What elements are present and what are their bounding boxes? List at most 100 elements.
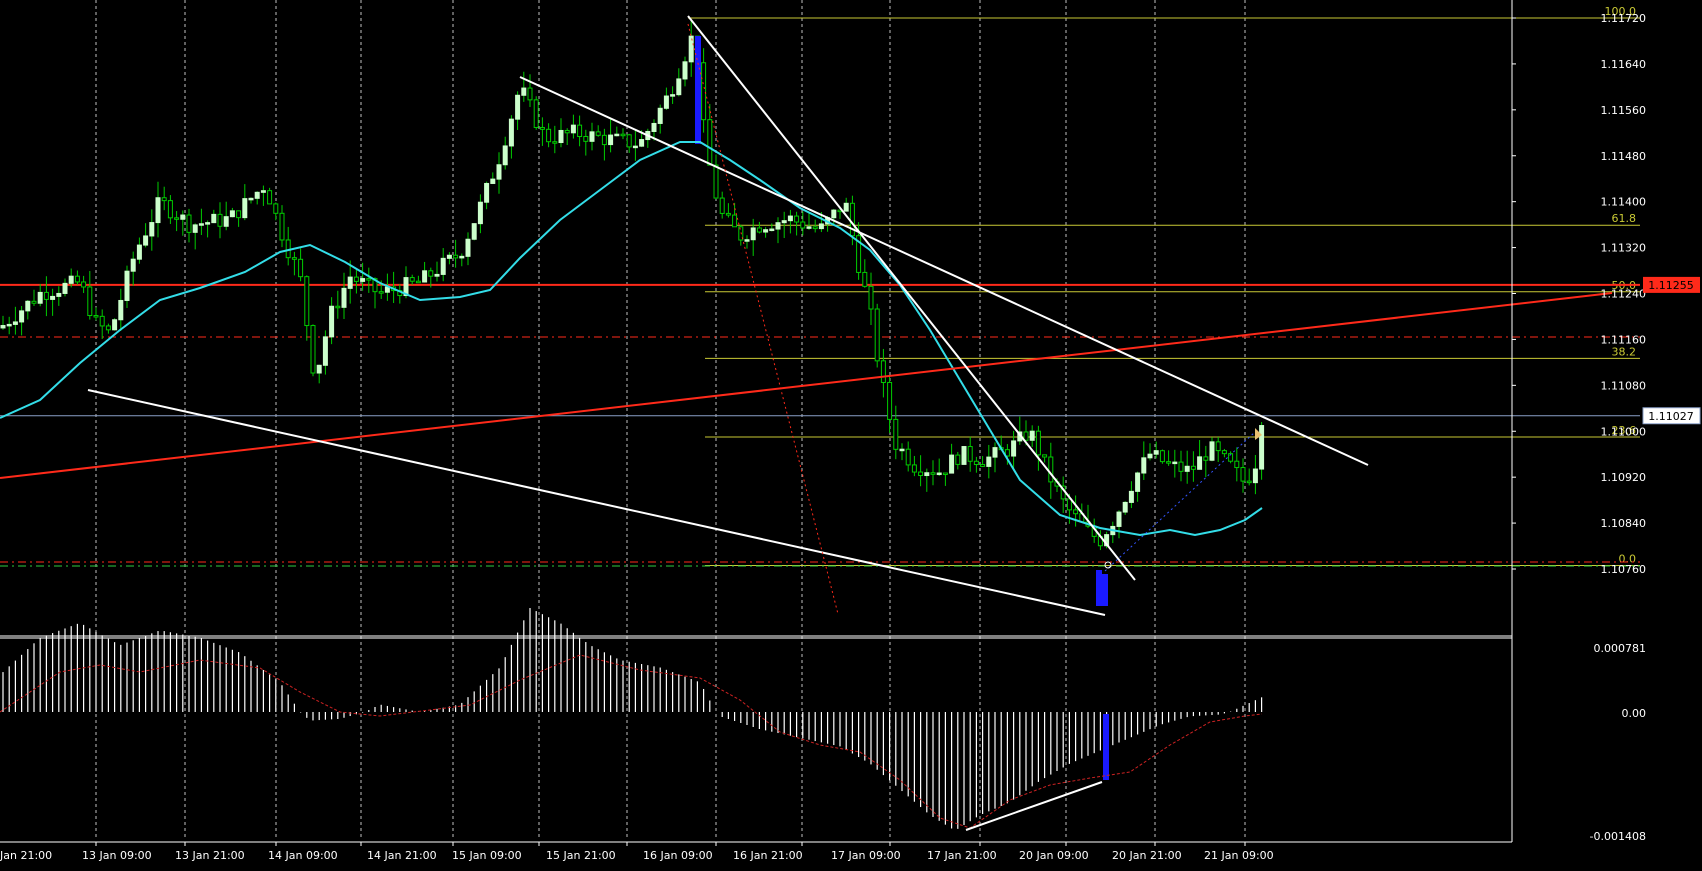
candle-body bbox=[874, 308, 880, 362]
candle-body bbox=[118, 299, 124, 321]
candle-body bbox=[570, 124, 576, 134]
candle[interactable] bbox=[1159, 449, 1165, 464]
candle-body bbox=[719, 197, 725, 214]
candle-body bbox=[676, 78, 682, 96]
candle-body bbox=[1147, 453, 1153, 459]
candle-body bbox=[415, 280, 421, 284]
candle-body bbox=[19, 310, 25, 323]
y-tick-label: 1.10920 bbox=[1601, 471, 1647, 484]
candle[interactable] bbox=[112, 318, 118, 331]
osc-y-tick-label: -0.001408 bbox=[1590, 830, 1646, 843]
candle-body bbox=[986, 456, 992, 467]
candle-body bbox=[750, 227, 756, 241]
candle-body bbox=[818, 223, 824, 230]
candle-body bbox=[1048, 456, 1054, 483]
candle-body bbox=[335, 305, 341, 309]
candle[interactable] bbox=[874, 303, 880, 368]
candle-body bbox=[1029, 430, 1035, 441]
candle-body bbox=[980, 464, 986, 467]
candle-body bbox=[744, 239, 750, 242]
candle-body bbox=[849, 202, 855, 237]
candle-body bbox=[1259, 425, 1265, 470]
candle-body bbox=[161, 197, 167, 202]
candle-body bbox=[942, 472, 948, 476]
x-tick-label: 20 Jan 21:00 bbox=[1112, 849, 1182, 862]
candle[interactable] bbox=[310, 324, 316, 377]
x-tick-label: 13 Jan 21:00 bbox=[175, 849, 245, 862]
candle[interactable] bbox=[533, 96, 539, 130]
candle-body bbox=[37, 291, 43, 304]
candle-body bbox=[87, 286, 93, 317]
candle-body bbox=[291, 257, 297, 260]
candle-body bbox=[205, 222, 211, 225]
candle-body bbox=[905, 448, 911, 466]
candle-body bbox=[1116, 511, 1122, 527]
trading-chart[interactable]: 100.0 61.8 50.0 38.2 23.6 0.0 1.11720 1.11640 1… bbox=[0, 0, 1702, 867]
candle-body bbox=[434, 273, 440, 277]
candle-body bbox=[1135, 472, 1141, 492]
osc-y-tick-label: 0.000781 bbox=[1594, 642, 1647, 655]
candle-body bbox=[1042, 454, 1048, 458]
highlighted-candle bbox=[695, 36, 701, 144]
candle-body bbox=[273, 203, 279, 214]
candle-body bbox=[992, 447, 998, 458]
candle-body bbox=[62, 282, 68, 294]
candle-body bbox=[1240, 467, 1246, 482]
candle-body bbox=[360, 278, 366, 282]
candle-body bbox=[682, 61, 688, 80]
candle-body bbox=[1073, 509, 1079, 515]
y-tick-label: 1.11400 bbox=[1601, 196, 1647, 209]
current-price-label: 1.11027 bbox=[1648, 410, 1694, 423]
candle-body bbox=[99, 315, 105, 327]
y-tick-label: 1.10840 bbox=[1601, 517, 1647, 530]
candle-body bbox=[725, 212, 731, 216]
highlighted-candle bbox=[1096, 570, 1102, 606]
candle-body bbox=[911, 464, 917, 473]
candle-body bbox=[589, 131, 595, 142]
y-tick-label: 1.11640 bbox=[1601, 58, 1647, 71]
candle-body bbox=[800, 221, 806, 229]
x-tick-label: 20 Jan 09:00 bbox=[1019, 849, 1089, 862]
fib-level-label: 61.8 bbox=[1612, 212, 1637, 225]
candle-body bbox=[409, 277, 415, 282]
candle-body bbox=[1153, 450, 1159, 455]
candle-body bbox=[81, 281, 87, 288]
candle-body bbox=[1190, 465, 1196, 470]
candle-body bbox=[1221, 450, 1227, 455]
candle-body bbox=[732, 214, 738, 228]
candle-body bbox=[1128, 490, 1134, 503]
candle-body bbox=[155, 197, 161, 224]
x-tick-label: 16 Jan 09:00 bbox=[643, 849, 713, 862]
candle-body bbox=[353, 276, 359, 282]
candle-body bbox=[105, 325, 111, 331]
candle-body bbox=[843, 202, 849, 212]
candle-body bbox=[930, 472, 936, 475]
candle-body bbox=[316, 364, 322, 374]
candle-body bbox=[899, 448, 905, 452]
x-tick-label: 14 Jan 21:00 bbox=[367, 849, 437, 862]
y-tick-label: 1.11320 bbox=[1601, 242, 1647, 255]
candle[interactable] bbox=[267, 187, 273, 205]
candle-body bbox=[192, 224, 198, 233]
candle-body bbox=[713, 164, 719, 199]
candle-body bbox=[180, 214, 186, 220]
highlighted-histogram-bar bbox=[1103, 714, 1109, 780]
candle-body bbox=[484, 182, 490, 203]
candle-body bbox=[583, 136, 589, 142]
candle-body bbox=[304, 276, 310, 327]
candle[interactable] bbox=[961, 446, 967, 465]
y-tick-label: 1.11080 bbox=[1601, 379, 1647, 392]
candle-body bbox=[539, 126, 545, 130]
candle-body bbox=[1234, 460, 1240, 469]
x-tick-label: 16 Jan 21:00 bbox=[733, 849, 803, 862]
candle-body bbox=[446, 254, 452, 259]
candle-body bbox=[1215, 441, 1221, 452]
y-tick-label: 1.11000 bbox=[1601, 425, 1647, 438]
x-tick-label: 15 Jan 09:00 bbox=[452, 849, 522, 862]
candle-body bbox=[620, 133, 626, 137]
candle[interactable] bbox=[471, 223, 477, 241]
x-tick-label: 14 Jan 09:00 bbox=[268, 849, 338, 862]
candle-body bbox=[1209, 441, 1215, 461]
candle-body bbox=[918, 471, 924, 477]
candle-body bbox=[1023, 431, 1029, 441]
